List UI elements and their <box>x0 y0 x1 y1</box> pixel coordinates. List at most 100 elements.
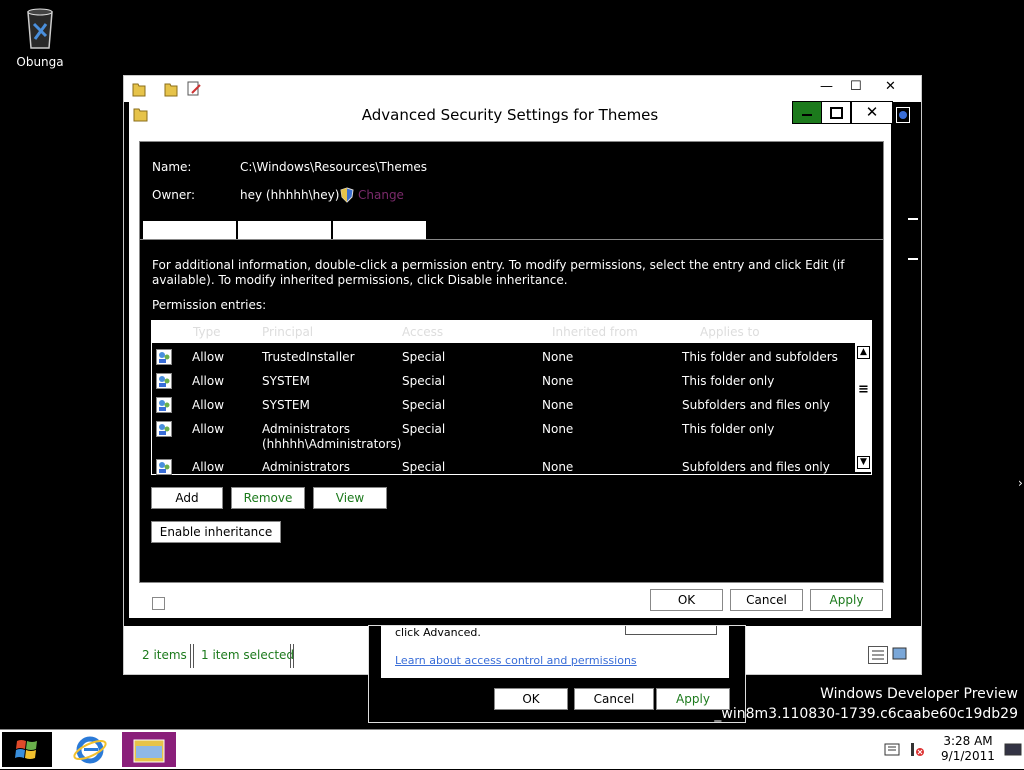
status-item-count: 2 items <box>142 648 187 662</box>
column-header-applies-to[interactable]: Applies to <box>700 325 760 339</box>
user-group-icon <box>156 373 172 389</box>
start-button[interactable] <box>2 732 52 767</box>
column-header-access[interactable]: Access <box>402 325 443 339</box>
cell-type: Allow <box>192 422 225 436</box>
taskbar: 3:28 AM 9/1/2011 <box>0 729 1024 769</box>
table-row[interactable]: Allow SYSTEM Special None This folder on… <box>152 369 855 393</box>
cell-inherited-from: None <box>542 374 574 388</box>
properties-ok-button[interactable]: OK <box>494 688 568 710</box>
cell-applies-to: This folder only <box>682 422 775 436</box>
divider <box>908 258 918 260</box>
dialog-maximize-button[interactable] <box>821 101 851 124</box>
table-header: Type Principal Access Inherited from App… <box>152 321 871 343</box>
table-row[interactable]: Allow TrustedInstaller Special None This… <box>152 345 855 369</box>
access-control-help-link[interactable]: Learn about access control and permissio… <box>395 654 637 667</box>
recycle-bin-desktop-icon[interactable]: Obunga <box>12 6 68 69</box>
folder-icon <box>132 83 146 97</box>
tab-permissions[interactable] <box>142 220 237 241</box>
change-owner-link[interactable]: Change <box>358 188 404 202</box>
divider <box>908 218 918 220</box>
cell-principal: TrustedInstaller <box>262 350 355 364</box>
cancel-button[interactable]: Cancel <box>730 589 803 611</box>
cell-inherited-from: None <box>542 350 574 364</box>
table-row[interactable]: Allow Administrators Special None Subfol… <box>152 455 855 475</box>
divider <box>140 239 883 240</box>
action-center-flag-icon[interactable] <box>884 742 902 758</box>
owner-label: Owner: <box>152 188 196 202</box>
tab-auditing[interactable] <box>237 220 332 241</box>
large-icons-view-icon[interactable] <box>892 647 908 661</box>
cell-inherited-from: None <box>542 398 574 412</box>
properties-cancel-button[interactable]: Cancel <box>574 688 654 710</box>
dialog-title: Advanced Security Settings for Themes <box>361 106 659 124</box>
cell-applies-to: This folder and subfolders <box>682 350 838 364</box>
permission-entries-label: Permission entries: <box>152 298 267 312</box>
user-group-icon <box>156 397 172 413</box>
cell-applies-to: Subfolders and files only <box>682 398 830 412</box>
security-tab-panel: click Advanced. Learn about access contr… <box>381 626 729 678</box>
recycle-bin-label: Obunga <box>16 55 64 69</box>
table-scrollbar[interactable]: ▲ ≡ ▼ <box>855 343 871 472</box>
cell-access: Special <box>402 350 446 364</box>
network-disconnected-icon[interactable] <box>908 742 926 758</box>
apply-button[interactable]: Apply <box>810 589 883 611</box>
themes-properties-dialog[interactable]: click Advanced. Learn about access contr… <box>368 625 746 723</box>
properties-icon <box>187 81 201 96</box>
table-row[interactable]: Allow Administrators (hhhhh\Administrato… <box>152 417 855 455</box>
enable-inheritance-button[interactable]: Enable inheritance <box>151 521 281 543</box>
cell-principal: Administrators <box>262 460 351 474</box>
advanced-security-dialog[interactable]: Advanced Security Settings for Themes ✕ … <box>129 100 893 618</box>
divider <box>290 644 294 668</box>
folder-icon <box>164 83 178 97</box>
user-group-icon <box>156 421 172 437</box>
internet-explorer-icon <box>73 736 107 764</box>
remove-button[interactable]: Remove <box>231 487 305 509</box>
user-group-icon <box>156 349 172 365</box>
cell-inherited-from: None <box>542 460 574 474</box>
file-explorer-icon <box>133 739 165 763</box>
cell-inherited-from: None <box>542 422 574 436</box>
explorer-minimize-button[interactable]: — <box>820 79 833 94</box>
chevron-right-icon: › <box>1018 476 1023 490</box>
help-icon[interactable] <box>896 107 910 123</box>
dialog-minimize-button[interactable] <box>792 101 822 124</box>
scroll-up-arrow-icon[interactable]: ▲ <box>857 346 870 359</box>
cell-type: Allow <box>192 460 225 474</box>
scroll-down-arrow-icon[interactable]: ▼ <box>857 456 870 469</box>
ok-button[interactable]: OK <box>650 589 723 611</box>
scroll-thumb[interactable]: ≡ <box>858 382 869 397</box>
column-header-type[interactable]: Type <box>193 325 221 339</box>
table-row[interactable]: Allow SYSTEM Special None Subfolders and… <box>152 393 855 417</box>
column-header-principal[interactable]: Principal <box>262 325 313 339</box>
cell-principal: Administrators (hhhhh\Administrators) <box>262 422 402 451</box>
cell-type: Allow <box>192 374 225 388</box>
recycle-bin-icon <box>27 8 53 49</box>
advanced-hint-text: click Advanced. <box>395 626 481 639</box>
explorer-maximize-button[interactable]: ☐ <box>850 79 862 94</box>
taskbar-clock[interactable]: 3:28 AM 9/1/2011 <box>940 734 996 764</box>
tab-effective-access[interactable] <box>332 220 427 241</box>
cell-access: Special <box>402 422 446 436</box>
explorer-titlebar: — ☐ ✕ <box>124 76 921 102</box>
user-group-icon <box>156 459 172 475</box>
view-button[interactable]: View <box>313 487 387 509</box>
cell-access: Special <box>402 460 446 474</box>
explorer-close-button[interactable]: ✕ <box>885 79 896 94</box>
permission-entries-table[interactable]: Type Principal Access Inherited from App… <box>151 320 872 475</box>
taskbar-file-explorer[interactable] <box>122 732 176 767</box>
clock-date: 9/1/2011 <box>941 749 995 763</box>
clock-time: 3:28 AM <box>943 734 993 748</box>
permissions-info-text: For additional information, double-click… <box>152 258 845 287</box>
owner-value: hey (hhhhh\hey) <box>240 188 340 202</box>
watermark-build: _win8m3.110830-1739.c6caabe60c19db29 <box>714 706 1018 722</box>
cell-access: Special <box>402 374 446 388</box>
replace-child-permissions-checkbox[interactable] <box>152 597 165 610</box>
taskbar-internet-explorer[interactable] <box>60 732 120 767</box>
add-button[interactable]: Add <box>151 487 223 509</box>
column-header-inherited-from[interactable]: Inherited from <box>552 325 638 339</box>
advanced-button-edge <box>625 626 717 635</box>
name-label: Name: <box>152 160 192 174</box>
dialog-close-button[interactable]: ✕ <box>851 101 893 124</box>
details-view-icon[interactable] <box>868 646 888 664</box>
show-desktop-icon[interactable] <box>1004 742 1022 758</box>
